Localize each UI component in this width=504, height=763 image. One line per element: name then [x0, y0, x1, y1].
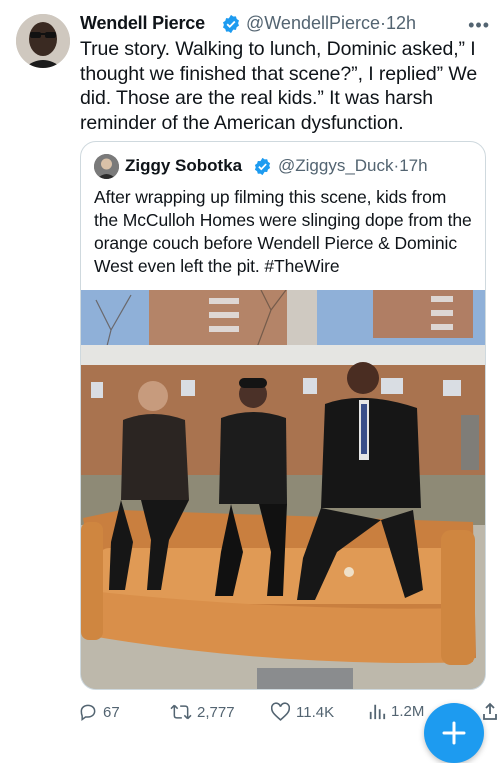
share-icon[interactable] — [482, 702, 498, 722]
retweet-button[interactable]: 2,777 — [170, 702, 235, 722]
author-handle-and-time[interactable]: @WendellPierce·12h — [246, 13, 416, 34]
quoted-time: 17h — [399, 156, 428, 175]
views-count: 1.2M — [391, 702, 425, 720]
quoted-tweet-body: After wrapping up filming this scene, ki… — [94, 187, 472, 276]
tweet-header: Wendell Pierce @WendellPierce·12h ••• — [80, 13, 490, 37]
compose-button[interactable] — [424, 703, 484, 763]
author-handle: @WendellPierce — [246, 13, 380, 33]
retweet-icon — [170, 704, 192, 720]
tweet-time: 12h — [386, 13, 417, 33]
like-count: 11.4K — [296, 703, 335, 721]
like-icon — [270, 702, 291, 721]
quoted-tweet[interactable]: Ziggy Sobotka @Ziggys_Duck·17h After wra… — [80, 141, 486, 690]
compose-plus-icon — [442, 721, 466, 745]
author-avatar-image — [16, 14, 70, 68]
author-avatar[interactable] — [16, 14, 70, 68]
quoted-tweet-photo[interactable] — [81, 290, 486, 690]
quoted-handle: @Ziggys_Duck — [278, 156, 394, 175]
quoted-author-avatar — [94, 154, 119, 179]
reply-icon — [80, 704, 96, 721]
quoted-handle-and-time: @Ziggys_Duck·17h — [278, 156, 428, 176]
reply-count: 67 — [103, 703, 120, 721]
quoted-author-name: Ziggy Sobotka — [125, 156, 243, 175]
reply-button[interactable]: 67 — [78, 702, 120, 722]
verified-badge-icon — [223, 14, 239, 34]
views-button[interactable]: 1.2M — [368, 702, 424, 720]
views-icon — [369, 704, 386, 720]
quoted-verified-badge-icon — [254, 157, 271, 176]
author-name[interactable]: Wendell Pierce — [80, 13, 205, 34]
tweet-body: True story. Walking to lunch, Dominic as… — [80, 38, 478, 134]
more-icon[interactable]: ••• — [468, 15, 490, 36]
like-button[interactable]: 11.4K — [270, 702, 334, 722]
retweet-count: 2,777 — [197, 703, 235, 721]
